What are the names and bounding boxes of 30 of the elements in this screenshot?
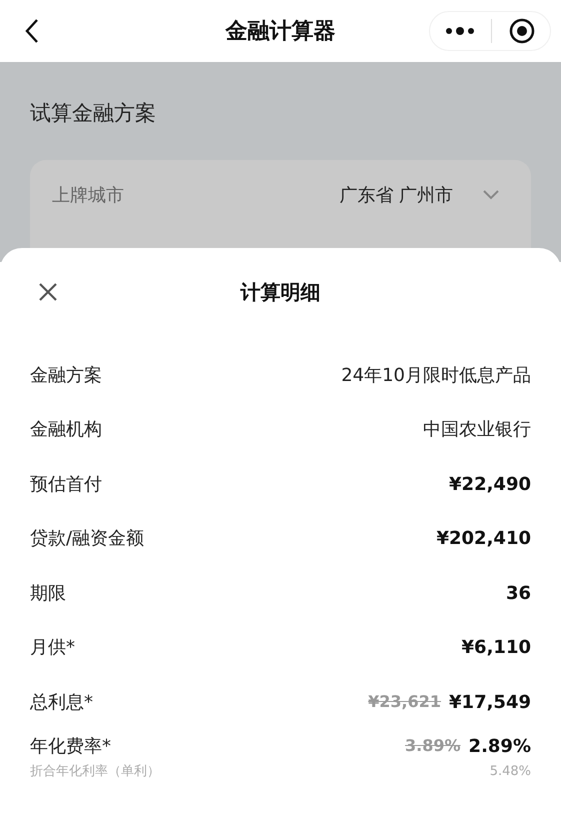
row-label: 月供*	[30, 636, 75, 660]
chevron-down-icon	[483, 190, 499, 200]
original-value: 3.89%	[405, 735, 461, 757]
row-value: ¥17,549	[449, 690, 531, 715]
row-label: 期限	[30, 582, 66, 606]
record-icon[interactable]	[509, 18, 535, 44]
original-value: ¥23,621	[368, 691, 442, 714]
sheet-title: 计算明细	[240, 279, 320, 306]
close-icon[interactable]	[38, 282, 58, 302]
row-label: 金融方案	[30, 364, 102, 388]
row-value: 36	[506, 582, 531, 606]
more-icon[interactable]	[446, 27, 474, 35]
section-title: 试算金融方案	[30, 100, 157, 127]
row-value: 2.89%	[468, 734, 531, 758]
row-label: 年化费率*	[30, 734, 111, 758]
row-label: 金融机构	[30, 418, 102, 442]
field-label: 上牌城市	[52, 184, 124, 208]
row-label: 预估首付	[30, 472, 102, 497]
row-value: 24年10月限时低息产品	[341, 364, 531, 388]
field-value: 广东省 广州市	[339, 184, 453, 208]
row-value: ¥202,410	[436, 527, 531, 552]
row-value: ¥6,110	[462, 636, 531, 660]
row-label: 贷款/融资金额	[30, 527, 144, 552]
row-value: 中国农业银行	[423, 418, 531, 442]
row-value: ¥22,490	[449, 472, 531, 497]
row-note: 折合年化利率（单利）	[30, 762, 160, 780]
row-label: 总利息*	[30, 690, 93, 715]
back-icon[interactable]	[25, 18, 39, 44]
page-title: 金融计算器	[226, 18, 336, 46]
note-value: 5.48%	[490, 762, 531, 780]
